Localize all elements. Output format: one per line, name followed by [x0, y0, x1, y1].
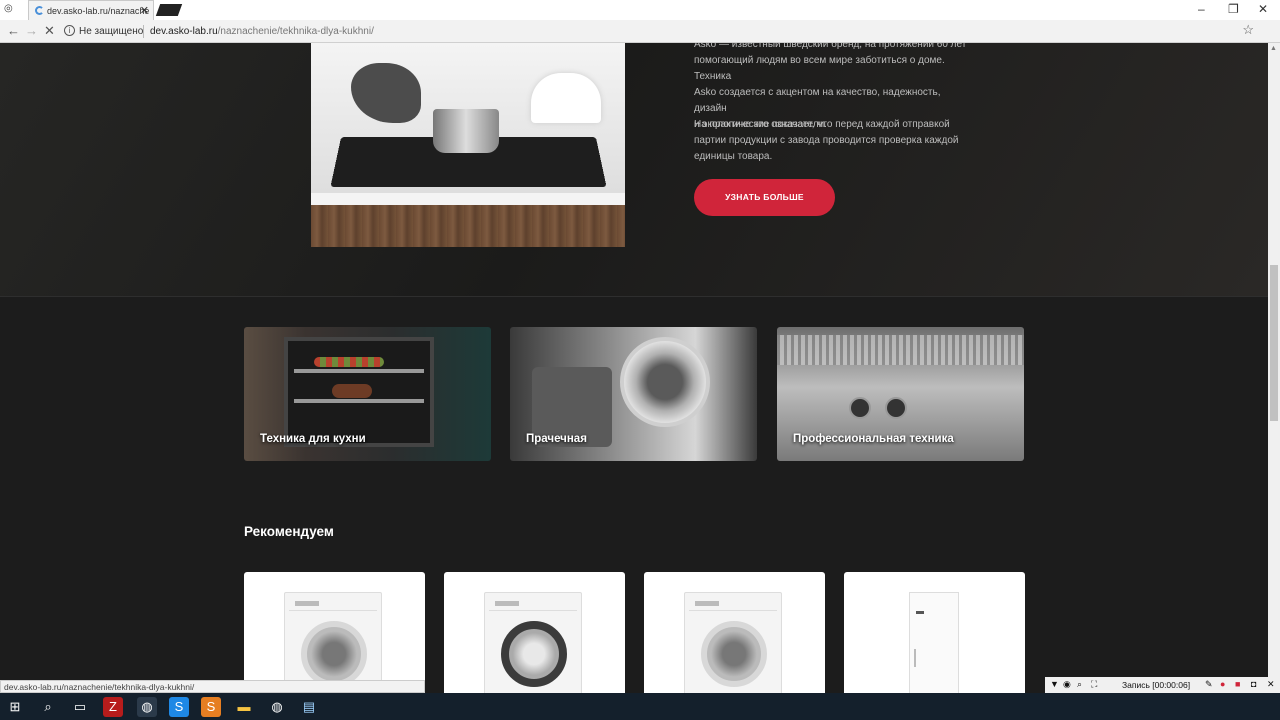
scroll-up-icon[interactable]: ▲ [1270, 45, 1277, 52]
restore-icon[interactable]: ❐ [1228, 2, 1239, 16]
url-path: /naznachenie/tekhnika-dlya-kukhni/ [217, 26, 374, 37]
refrigerator-image [909, 592, 959, 693]
minimize-icon[interactable]: – [1198, 2, 1205, 16]
category-card-laundry[interactable]: Прачечная [510, 327, 757, 461]
category-card-professional[interactable]: Профессиональная техника [777, 327, 1024, 461]
filezilla-icon[interactable]: Z [103, 697, 123, 717]
status-url-bubble: dev.asko-lab.ru/naznachenie/tekhnika-dly… [0, 680, 425, 693]
page-scrollbar[interactable]: ▲ [1268, 43, 1280, 693]
screen-recorder-bar: ▼ ◉ ⌕ ⛶ Запись [00:00:06] ✎ ● ■ ◘ ✕ [1045, 677, 1280, 693]
browser-titlebar: ◎ dev.asko-lab.ru/naznache ✕ – ❐ ✕ [0, 0, 1280, 20]
washing-machine-image [684, 592, 782, 693]
tab-title: dev.asko-lab.ru/naznache [47, 6, 150, 16]
quality-description-line: партии продукции с завода проводится про… [694, 135, 959, 146]
loading-spinner-icon [35, 6, 44, 15]
windows-start-icon[interactable]: ⊞ [5, 697, 25, 717]
control-knob-icon [849, 397, 871, 419]
stop-loading-icon[interactable]: ✕ [44, 23, 55, 39]
close-recorder-icon[interactable]: ✕ [1267, 679, 1275, 690]
learn-more-button[interactable]: УЗНАТЬ БОЛЬШЕ [694, 179, 835, 216]
pen-icon[interactable]: ✎ [1205, 679, 1213, 690]
washing-machine-image [284, 592, 382, 693]
forward-arrow-icon[interactable]: → [25, 23, 38, 38]
category-card-kitchen[interactable]: Техника для кухни [244, 327, 491, 461]
info-icon[interactable]: i [64, 25, 75, 36]
dishwasher-rack-image [777, 335, 1024, 365]
back-arrow-icon[interactable]: ← [7, 23, 20, 38]
category-label: Профессиональная техника [793, 433, 954, 445]
product-card[interactable] [444, 572, 625, 693]
record-icon[interactable]: ● [1220, 679, 1225, 689]
url-host: dev.asko-lab.ru [150, 26, 218, 37]
dropdown-icon[interactable]: ▼ [1050, 679, 1059, 689]
brand-hero-section: Asko — известный шведский бренд, на прот… [0, 43, 1268, 297]
region-icon[interactable]: ⛶ [1091, 679, 1097, 690]
windows-taskbar: ⊞ ⌕ ▭ Z ◍ S S ▬ ◍ ▤ [0, 693, 1280, 720]
category-label: Техника для кухни [260, 433, 366, 445]
address-bar: ← → ✕ i Не защищено dev.asko-lab.ru/nazn… [0, 20, 1280, 43]
scroll-thumb[interactable] [1270, 265, 1278, 421]
category-label: Прачечная [526, 433, 587, 445]
product-card[interactable] [844, 572, 1025, 693]
category-cards: Техника для кухни Прачечная Профессионал… [244, 327, 1024, 461]
omnibox[interactable]: i Не защищено dev.asko-lab.ru/naznacheni… [60, 22, 1260, 41]
skype-icon[interactable]: S [169, 697, 189, 717]
quality-description: На практике это означает, что перед кажд… [694, 117, 974, 165]
product-card[interactable] [644, 572, 825, 693]
screenshot-icon[interactable]: ◘ [1251, 679, 1256, 689]
washing-machine-image [484, 592, 582, 693]
notepad-icon[interactable]: ▤ [299, 697, 319, 717]
sublime-text-icon[interactable]: S [201, 697, 221, 717]
tab-close-icon[interactable]: ✕ [140, 4, 149, 17]
brand-description-line: Asko создается с акцентом на качество, н… [694, 87, 941, 114]
new-tab-button[interactable] [155, 4, 183, 16]
stop-record-icon[interactable]: ■ [1235, 679, 1240, 689]
control-knob-icon [885, 397, 907, 419]
browser-tab[interactable]: dev.asko-lab.ru/naznache ✕ [28, 0, 154, 20]
recording-timer: Запись [00:00:06] [1122, 680, 1191, 690]
recommend-heading: Рекомендуем [244, 524, 334, 539]
brand-description-line: помогающий людям во всем мире заботиться… [694, 55, 945, 82]
washer-drum-image [620, 337, 710, 427]
product-card[interactable] [244, 572, 425, 693]
brand-description-line: Asko — известный шведский бренд, на прот… [694, 43, 967, 50]
url-divider [143, 25, 144, 38]
chrome-icon[interactable]: ◍ [137, 697, 157, 717]
quality-description-line: единицы товара. [694, 151, 773, 162]
url-text[interactable]: dev.asko-lab.ru/naznachenie/tekhnika-dly… [150, 26, 374, 37]
chrome-icon-2[interactable]: ◍ [267, 697, 287, 717]
zoom-icon[interactable]: ⌕ [1077, 679, 1082, 690]
camera-icon[interactable]: ◉ [1063, 679, 1071, 690]
file-explorer-icon[interactable]: ▬ [234, 697, 254, 717]
quality-description-line: На практике это означает, что перед кажд… [694, 119, 950, 130]
task-view-icon[interactable]: ▭ [70, 697, 90, 717]
bookmark-star-icon[interactable]: ☆ [1242, 22, 1254, 38]
security-label[interactable]: Не защищено [79, 26, 143, 37]
product-grid [244, 572, 1025, 693]
kitchen-cooktop-photo [311, 43, 625, 247]
web-page: Asko — известный шведский бренд, на прот… [0, 43, 1268, 693]
search-icon[interactable]: ⌕ [38, 697, 58, 717]
window-close-icon[interactable]: ✕ [1258, 2, 1268, 16]
incognito-icon: ◎ [4, 3, 13, 14]
